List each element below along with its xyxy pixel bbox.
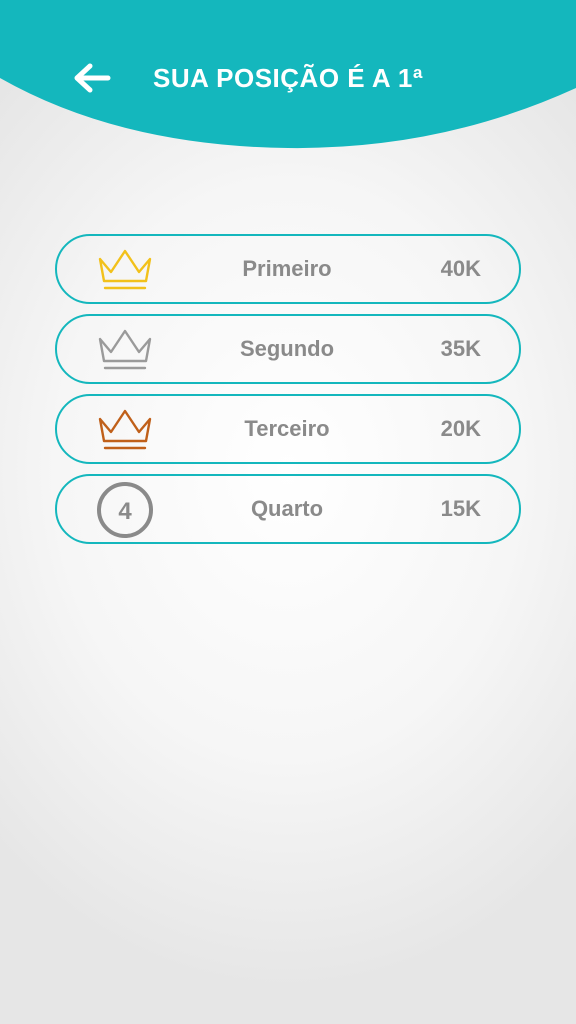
rank-label: Segundo — [239, 336, 335, 361]
bronze-crown-icon — [95, 405, 155, 455]
rank-label: Quarto — [250, 496, 324, 521]
header: SUA POSIÇÃO É A 1ª — [0, 0, 576, 160]
number-badge-icon: 4 — [95, 482, 155, 538]
rank-points: 15K — [440, 496, 481, 521]
rank-points: 20K — [440, 416, 481, 441]
rank-label: Primeiro — [242, 256, 332, 281]
badge-number: 4 — [118, 498, 132, 525]
gold-crown-icon — [95, 245, 155, 295]
page-title: SUA POSIÇÃO É A 1ª — [152, 63, 423, 93]
silver-crown-icon — [95, 325, 155, 375]
ranking-list: Primeiro 40K Segundo 35K Terceiro 20K 4 — [55, 234, 521, 554]
ranking-row-fourth[interactable]: 4 Quarto 15K — [55, 474, 521, 544]
rank-points: 40K — [440, 256, 481, 281]
rank-points: 35K — [440, 336, 481, 361]
rank-label: Terceiro — [244, 416, 330, 441]
ranking-row-third[interactable]: Terceiro 20K — [55, 394, 521, 464]
ranking-row-second[interactable]: Segundo 35K — [55, 314, 521, 384]
arrow-left-icon — [74, 63, 111, 93]
ranking-row-first[interactable]: Primeiro 40K — [55, 234, 521, 304]
back-button[interactable] — [70, 58, 114, 98]
